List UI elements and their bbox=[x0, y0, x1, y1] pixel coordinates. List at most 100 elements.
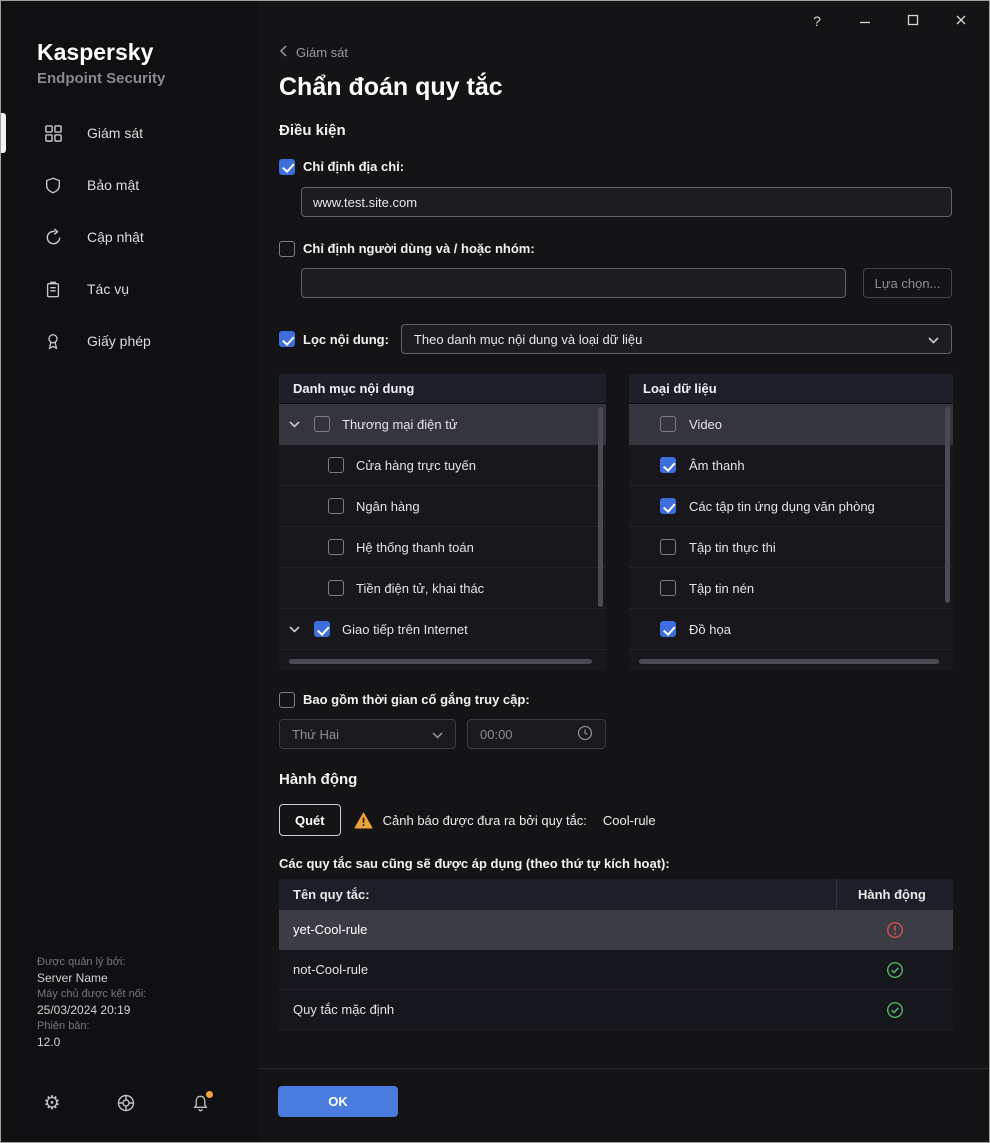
datatype-row[interactable]: Đồ họa bbox=[629, 609, 953, 650]
sidebar-item-update[interactable]: Cập nhật bbox=[1, 211, 259, 263]
table-row[interactable]: not-Cool-rule bbox=[279, 950, 953, 990]
sidebar-item-security[interactable]: Bảo mật bbox=[1, 159, 259, 211]
brand-name: Kaspersky bbox=[37, 39, 154, 65]
scan-button[interactable]: Quét bbox=[279, 804, 341, 836]
datatype-checkbox[interactable] bbox=[660, 457, 676, 473]
sidebar-footer-icons: ⚙ bbox=[41, 1091, 213, 1114]
address-label: Chỉ định địa chỉ: bbox=[303, 159, 405, 174]
gear-glyph: ⚙ bbox=[43, 1092, 61, 1114]
page-title: Chẩn đoán quy tắc bbox=[279, 73, 503, 101]
datatype-row[interactable]: Âm thanh bbox=[629, 445, 953, 486]
sidebar-item-label: Bảo mật bbox=[87, 177, 140, 193]
users-checkbox[interactable] bbox=[279, 240, 295, 257]
category-checkbox[interactable] bbox=[328, 580, 344, 596]
sidebar-item-label: Giấy phép bbox=[87, 333, 151, 349]
content-filter-select[interactable]: Theo danh mục nội dung và loại dữ liệu bbox=[400, 324, 952, 354]
support-icon[interactable] bbox=[115, 1092, 137, 1114]
maximize-button[interactable] bbox=[898, 7, 928, 35]
horizontal-scrollbar[interactable] bbox=[639, 659, 939, 664]
ok-button[interactable]: OK bbox=[278, 1086, 398, 1117]
category-checkbox[interactable] bbox=[314, 416, 330, 432]
category-row[interactable]: Cửa hàng trực tuyến bbox=[279, 445, 606, 486]
vertical-scrollbar[interactable] bbox=[598, 407, 603, 607]
users-checkbox-row: Chỉ định người dùng và / hoặc nhóm: bbox=[279, 240, 953, 257]
choose-users-button[interactable]: Lựa chọn... bbox=[863, 268, 952, 298]
table-row[interactable]: yet-Cool-rule bbox=[279, 910, 953, 950]
titlebar: ? bbox=[802, 7, 976, 35]
chevron-left-icon bbox=[279, 45, 287, 60]
vertical-scrollbar[interactable] bbox=[945, 407, 950, 603]
clipboard-icon bbox=[43, 279, 63, 299]
sidebar-item-label: Cập nhật bbox=[87, 229, 144, 245]
dashboard-grid-icon bbox=[43, 123, 63, 143]
chevron-down-icon bbox=[928, 332, 939, 347]
address-checkbox-row: Chỉ định địa chỉ: bbox=[279, 158, 953, 175]
datatype-checkbox[interactable] bbox=[660, 416, 676, 432]
connected-server-label: Máy chủ được kết nối: bbox=[37, 988, 147, 1000]
filter-panels: Danh mục nội dung Thương mại điện tử Cửa… bbox=[279, 374, 953, 670]
rule-name: Quy tắc mặc định bbox=[293, 1002, 395, 1017]
datatype-checkbox[interactable] bbox=[660, 621, 676, 637]
datatype-checkbox[interactable] bbox=[660, 580, 676, 596]
category-checkbox[interactable] bbox=[328, 457, 344, 473]
datatype-checkbox[interactable] bbox=[660, 539, 676, 555]
connected-server-value: 25/03/2024 20:19 bbox=[37, 1003, 131, 1017]
category-checkbox[interactable] bbox=[328, 539, 344, 555]
main-content: Giám sát Chẩn đoán quy tắc Điều kiện Chỉ… bbox=[259, 1, 989, 1142]
horizontal-scrollbar[interactable] bbox=[289, 659, 592, 664]
chevron-down-icon[interactable] bbox=[289, 625, 303, 633]
day-select[interactable]: Thứ Hai bbox=[279, 719, 456, 749]
sidebar-item-license[interactable]: Giấy phép bbox=[1, 315, 259, 367]
time-checkbox[interactable] bbox=[279, 691, 295, 708]
datatype-label: Các tập tin ứng dụng văn phòng bbox=[689, 498, 875, 514]
help-button[interactable]: ? bbox=[802, 7, 832, 35]
datatype-row[interactable]: Tập tin thực thi bbox=[629, 527, 953, 568]
content-filter-checkbox[interactable] bbox=[279, 331, 295, 347]
brand-logo: Kaspersky Endpoint Security bbox=[1, 39, 259, 87]
server-info: Được quản lý bởi: Server Name Máy chủ đư… bbox=[37, 954, 146, 1050]
datatype-row[interactable]: Video bbox=[629, 404, 953, 445]
notification-dot bbox=[206, 1091, 213, 1098]
category-checkbox[interactable] bbox=[328, 498, 344, 514]
users-input[interactable] bbox=[301, 268, 846, 298]
day-selected-value: Thứ Hai bbox=[292, 726, 339, 742]
rules-caption: Các quy tắc sau cũng sẽ được áp dụng (th… bbox=[279, 856, 670, 871]
license-award-icon bbox=[43, 331, 63, 351]
refresh-icon bbox=[43, 227, 63, 247]
time-value: 00:00 bbox=[480, 726, 513, 742]
categories-panel: Danh mục nội dung Thương mại điện tử Cửa… bbox=[279, 374, 606, 670]
category-row[interactable]: Tiền điện tử, khai thác bbox=[279, 568, 606, 609]
category-row[interactable]: Hệ thống thanh toán bbox=[279, 527, 606, 568]
sidebar-item-tasks[interactable]: Tác vụ bbox=[1, 263, 259, 315]
settings-gear-icon[interactable]: ⚙ bbox=[41, 1092, 63, 1114]
category-label: Thương mại điện tử bbox=[342, 416, 458, 432]
address-checkbox[interactable] bbox=[279, 158, 295, 175]
category-row[interactable]: Ngân hàng bbox=[279, 486, 606, 527]
category-row[interactable]: Giao tiếp trên Internet bbox=[279, 609, 606, 650]
categories-panel-header: Danh mục nội dung bbox=[279, 374, 606, 404]
minimize-button[interactable] bbox=[850, 7, 880, 35]
table-row[interactable]: Quy tắc mặc định bbox=[279, 990, 953, 1030]
close-button[interactable] bbox=[946, 7, 976, 35]
datatype-checkbox[interactable] bbox=[660, 498, 676, 514]
datatypes-panel-header: Loại dữ liệu bbox=[629, 374, 953, 404]
datatypes-panel: Loại dữ liệu Video Âm thanh Các tập tin … bbox=[629, 374, 953, 670]
notifications-bell-icon[interactable] bbox=[189, 1091, 213, 1114]
managed-by-value: Server Name bbox=[37, 971, 108, 985]
maximize-icon bbox=[907, 13, 919, 29]
address-input[interactable] bbox=[301, 187, 952, 217]
chevron-down-icon[interactable] bbox=[289, 420, 303, 428]
action-row: Quét Cảnh báo được đưa ra bởi quy tắc: C… bbox=[279, 804, 953, 836]
category-checkbox[interactable] bbox=[314, 621, 330, 637]
category-row[interactable]: Thương mại điện tử bbox=[279, 404, 606, 445]
category-label: Giao tiếp trên Internet bbox=[342, 621, 468, 637]
datatype-row[interactable]: Các tập tin ứng dụng văn phòng bbox=[629, 486, 953, 527]
category-label: Ngân hàng bbox=[356, 498, 420, 514]
clock-icon bbox=[577, 725, 593, 744]
close-icon bbox=[955, 13, 967, 29]
rules-table: Tên quy tắc: Hành động yet-Cool-rule not… bbox=[279, 879, 953, 1030]
time-input[interactable]: 00:00 bbox=[467, 719, 606, 749]
sidebar-item-monitoring[interactable]: Giám sát bbox=[1, 107, 259, 159]
back-link[interactable]: Giám sát bbox=[279, 45, 348, 60]
datatype-row[interactable]: Tập tin nén bbox=[629, 568, 953, 609]
